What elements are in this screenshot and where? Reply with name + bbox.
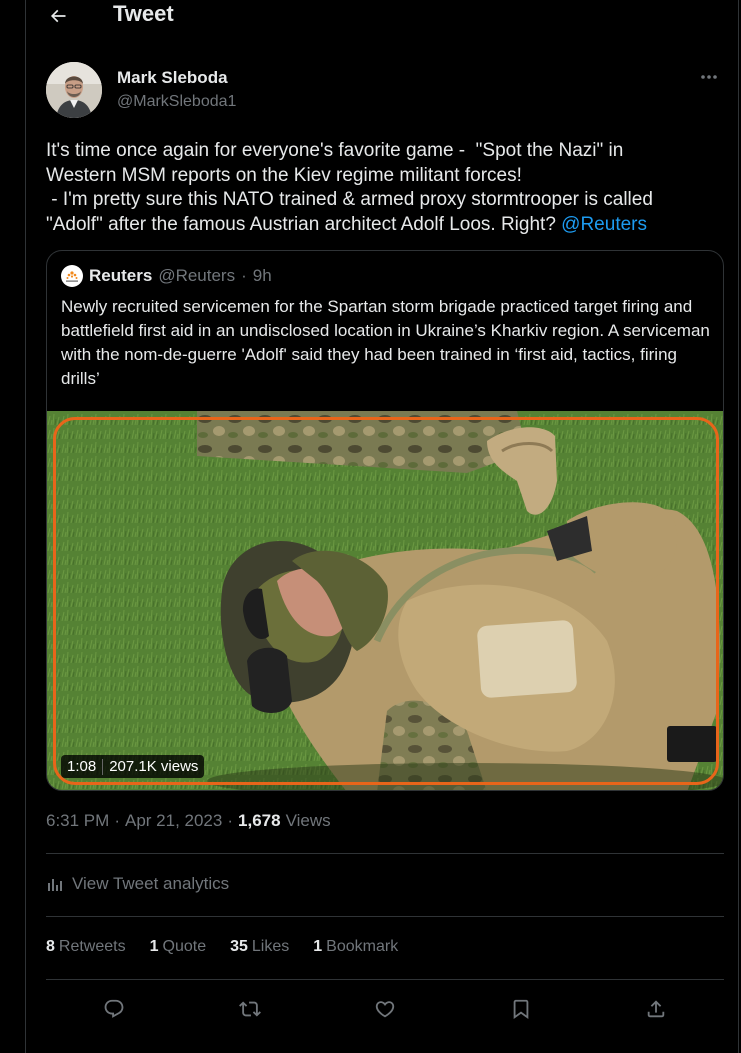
- video-views: 207.1K views: [109, 758, 199, 775]
- retweet-icon: [239, 1001, 261, 1017]
- quoted-time: 9h: [252, 266, 272, 285]
- likes-stat[interactable]: 35 Likes: [230, 938, 289, 956]
- likes-count: 35: [230, 938, 248, 955]
- avatar[interactable]: [46, 62, 102, 118]
- tweet-author: Mark Sleboda @MarkSleboda1: [46, 62, 718, 120]
- views-label: Views: [285, 811, 331, 830]
- retweets-stat[interactable]: 8 Retweets: [46, 938, 126, 956]
- page-title: Tweet: [113, 1, 174, 26]
- back-button[interactable]: [46, 4, 70, 28]
- video-duration: 1:08: [67, 758, 97, 775]
- quoted-separator: ·: [241, 266, 247, 285]
- tweet-meta: 6:31 PM · Apr 21, 2023 · 1,678 Views: [46, 811, 331, 831]
- video-thumbnail[interactable]: 1:08 207.1K views: [47, 411, 723, 790]
- quoted-tweet-header: Reuters @Reuters · 9h: [61, 265, 272, 287]
- view-analytics-link[interactable]: View Tweet analytics: [46, 874, 229, 894]
- bookmark-button[interactable]: [508, 996, 534, 1022]
- reply-button[interactable]: [101, 996, 127, 1022]
- bookmarks-label: Bookmark: [326, 938, 399, 955]
- quoted-tweet[interactable]: Reuters @Reuters · 9h Newly recruited se…: [46, 250, 724, 791]
- quotes-stat[interactable]: 1 Quote: [150, 938, 207, 956]
- page-header: Tweet: [26, 0, 738, 34]
- divider: [46, 916, 724, 917]
- divider: [46, 979, 724, 980]
- arrow-left-icon: [50, 9, 66, 23]
- bookmarks-stat[interactable]: 1 Bookmark: [313, 938, 398, 956]
- like-icon: [375, 1001, 395, 1018]
- like-button[interactable]: [372, 996, 398, 1022]
- share-icon: [647, 1000, 665, 1018]
- quoted-author-handle: @Reuters: [158, 266, 236, 285]
- engagement-stats: 8 Retweets 1 Quote 35 Likes 1 Bookmark: [46, 938, 398, 956]
- likes-label: Likes: [251, 938, 290, 955]
- bookmark-icon: [513, 999, 529, 1020]
- analytics-label: View Tweet analytics: [72, 874, 230, 893]
- more-options-button[interactable]: [696, 64, 722, 90]
- retweets-label: Retweets: [58, 938, 126, 955]
- quoted-tweet-text: Newly recruited servicemen for the Spart…: [61, 297, 710, 388]
- tweet-actions: [46, 996, 724, 1022]
- tweet-time[interactable]: 6:31 PM: [46, 811, 109, 831]
- badge-divider: [102, 758, 104, 775]
- video-badge: 1:08 207.1K views: [61, 755, 205, 778]
- meta-separator: ·: [114, 811, 120, 830]
- share-button[interactable]: [643, 996, 669, 1022]
- meta-separator: ·: [227, 811, 234, 830]
- analytics-icon: [48, 879, 62, 891]
- author-name[interactable]: Mark Sleboda: [117, 68, 228, 88]
- reuters-logo-icon: [61, 265, 83, 287]
- quoted-author-name: Reuters: [89, 266, 153, 285]
- divider: [46, 853, 724, 854]
- quotes-count: 1: [149, 938, 159, 955]
- tweet-date[interactable]: Apr 21, 2023: [125, 811, 222, 831]
- quotes-label: Quote: [162, 938, 207, 955]
- tweet-text: It's time once again for everyone's favo…: [46, 139, 726, 237]
- mention-link[interactable]: @Reuters: [561, 214, 647, 235]
- reply-icon: [104, 999, 124, 1018]
- retweets-count: 8: [46, 938, 55, 955]
- author-handle[interactable]: @MarkSleboda1: [117, 93, 236, 111]
- column-divider-left: [25, 0, 26, 1053]
- bookmarks-count: 1: [313, 938, 323, 955]
- more-horizontal-icon: [701, 75, 717, 79]
- retweet-button[interactable]: [237, 996, 263, 1022]
- column-divider-right: [738, 0, 739, 1053]
- views-count: 1,678: [238, 811, 281, 830]
